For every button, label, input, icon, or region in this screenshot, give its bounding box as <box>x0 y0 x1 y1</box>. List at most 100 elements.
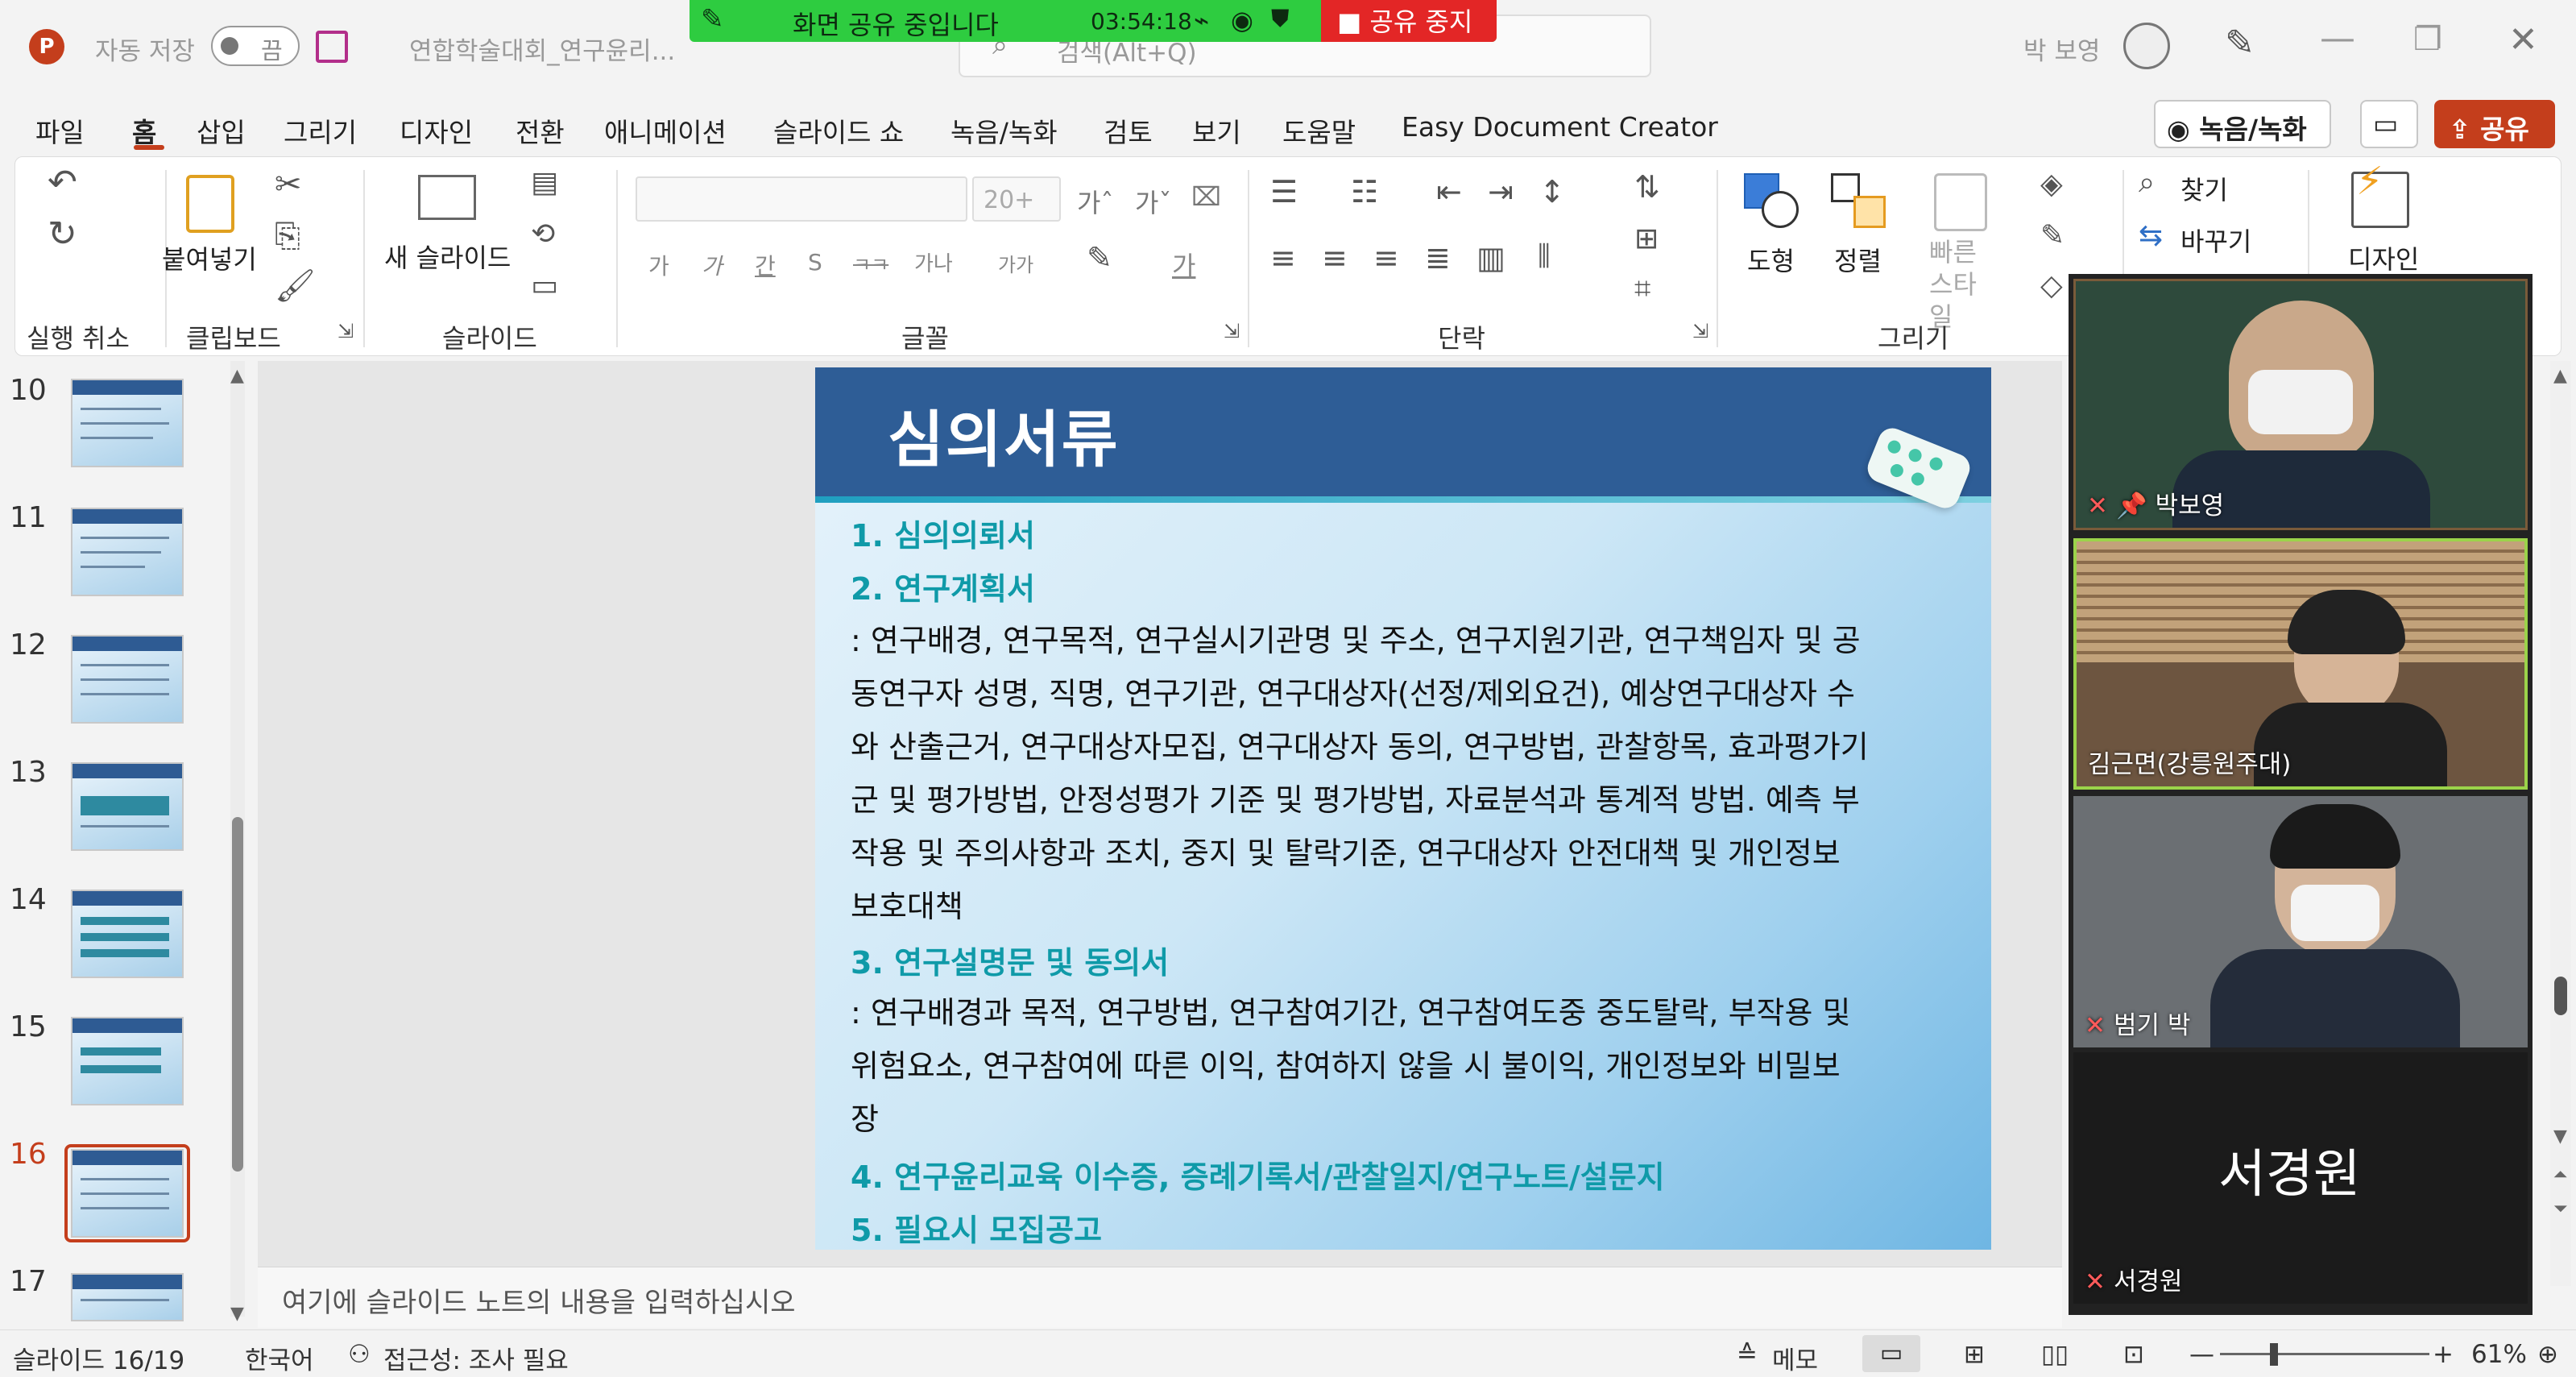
share-button[interactable]: ⇪ 공유 <box>2434 100 2555 148</box>
distributed-icon[interactable]: ▥ <box>1476 243 1505 273</box>
align-center-icon[interactable]: ≡ <box>1322 243 1348 273</box>
close-icon[interactable]: ✕ <box>2508 19 2538 60</box>
share-pin-icon[interactable]: ✎ <box>701 3 724 35</box>
video-tile[interactable]: ✕ 범기 박 <box>2073 796 2528 1047</box>
decrease-indent-icon[interactable]: ⇤ <box>1436 176 1462 207</box>
quick-styles-icon[interactable] <box>1934 173 1987 231</box>
autosave-toggle[interactable]: 끔 <box>211 26 300 66</box>
columns-icon[interactable]: ⫼ <box>1538 243 1551 270</box>
slide-body-line[interactable]: 동연구자 성명, 직명, 연구기관, 연구대상자(선정/제외요건), 예상연구대… <box>851 667 1930 720</box>
shadow-button[interactable]: S <box>808 249 822 276</box>
accessibility-status[interactable]: 접근성: 조사 필요 <box>383 1340 569 1376</box>
next-slide-icon[interactable]: ⏷ <box>2553 1199 2568 1219</box>
numbering-icon[interactable]: ☷ <box>1351 176 1378 207</box>
language-status[interactable]: 한국어 <box>245 1340 314 1376</box>
record-button[interactable]: ◉ 녹음/녹화 <box>2154 100 2331 148</box>
menu-home[interactable]: 홈 <box>132 111 156 150</box>
video-tile-active[interactable]: 김근면(강릉원주대) <box>2073 538 2528 790</box>
text-direction-icon[interactable]: ⇅ <box>1634 172 1660 202</box>
smartart-icon[interactable]: ⌗ <box>1634 275 1650 304</box>
highlight-icon[interactable]: ✎ <box>1087 243 1112 273</box>
font-launcher-icon[interactable]: ⇲ <box>1224 321 1240 341</box>
undo-icon[interactable]: ↶ <box>48 165 77 201</box>
comments-button[interactable]: ▭ <box>2360 100 2418 148</box>
char-spacing-button[interactable]: 가나 <box>914 247 953 277</box>
bold-button[interactable]: 가 <box>648 249 669 281</box>
zoom-slider[interactable] <box>2220 1343 2429 1366</box>
menu-file[interactable]: 파일 <box>35 111 85 150</box>
shape-outline-icon[interactable]: ✎ <box>2040 222 2065 251</box>
align-text-icon[interactable]: ⊞ <box>1634 225 1659 254</box>
menu-insert[interactable]: 삽입 <box>197 111 246 150</box>
menu-review[interactable]: 검토 <box>1104 111 1153 150</box>
layout-icon[interactable]: ▤ <box>531 168 558 197</box>
slide-body-line[interactable]: : 연구배경과 목적, 연구방법, 연구참여기간, 연구참여도중 중도탈락, 부… <box>851 986 1930 1039</box>
shapes-label[interactable]: 도형 <box>1747 241 1795 278</box>
slide-heading-5[interactable]: 5. 필요시 모집공고 <box>851 1205 1102 1250</box>
font-shrink-button[interactable]: 가ˇ <box>1135 183 1171 220</box>
slide-thumbnail-selected[interactable] <box>71 1149 184 1238</box>
mic-off-icon[interactable]: ⌁ <box>1194 5 1209 35</box>
record-icon[interactable]: ◉ <box>1231 5 1253 35</box>
slideshow-icon[interactable]: ⊡ <box>2123 1340 2144 1369</box>
section-icon[interactable]: ▭ <box>531 272 558 301</box>
thumb-scrollbar[interactable]: ▲ ▼ <box>230 361 245 1324</box>
slide-thumbnail[interactable] <box>71 1017 184 1105</box>
editor-scroll-up-icon[interactable]: ▲ <box>2553 366 2567 386</box>
slide-heading-3[interactable]: 3. 연구설명문 및 동의서 <box>851 938 1169 982</box>
paste-label[interactable]: 붙여넣기 <box>162 239 257 276</box>
strikethrough-button[interactable]: ㅋㅋ <box>853 249 888 277</box>
menu-slideshow[interactable]: 슬라이드 쇼 <box>773 111 904 150</box>
notes-pane[interactable]: 여기에 슬라이드 노트의 내용을 입력하십시오 <box>258 1267 2062 1328</box>
slide-body-line[interactable]: : 연구배경, 연구목적, 연구실시기관명 및 주소, 연구지원기관, 연구책임… <box>851 614 1930 667</box>
format-painter-icon[interactable]: 🖌 <box>275 270 316 302</box>
slide-body-line[interactable]: 작용 및 주의사항과 조치, 중지 및 탈락기준, 연구대상자 안전대책 및 개… <box>851 827 1930 880</box>
zoom-in-icon[interactable]: + <box>2433 1340 2454 1369</box>
find-icon[interactable]: ⌕ <box>2139 168 2155 197</box>
slide-body-line[interactable]: 장 <box>851 1093 1930 1146</box>
slide-sorter-icon[interactable]: ⊞ <box>1964 1340 1985 1369</box>
shape-effects-icon[interactable]: ◇ <box>2040 272 2063 301</box>
prev-slide-icon[interactable]: ⏶ <box>2553 1165 2568 1185</box>
reset-icon[interactable]: ⟲ <box>531 220 555 249</box>
paragraph-launcher-icon[interactable]: ⇲ <box>1692 321 1708 341</box>
slide-thumbnail[interactable] <box>71 635 184 724</box>
slide-body-line[interactable]: 와 산출근거, 연구대상자모집, 연구대상자 동의, 연구방법, 관찰항목, 효… <box>851 720 1930 774</box>
line-spacing-icon[interactable]: ↕ <box>1539 176 1565 207</box>
zoom-slider-thumb[interactable] <box>2270 1343 2278 1366</box>
fit-to-window-icon[interactable]: ⊕ <box>2537 1340 2558 1369</box>
slide-thumbnail[interactable] <box>71 1273 184 1321</box>
designer-label[interactable]: 디자인 <box>2348 239 2419 276</box>
thumb-scroll-up-icon[interactable]: ▲ <box>230 366 244 386</box>
slide-body-line[interactable]: 위험요소, 연구참여에 따른 이익, 참여하지 않을 시 불이익, 개인정보와 … <box>851 1039 1930 1093</box>
bullets-icon[interactable]: ☰ <box>1270 176 1298 207</box>
align-left-icon[interactable]: ≡ <box>1270 243 1296 273</box>
editor-scrollbar[interactable]: ▲ ▼ ⏶ ⏷ <box>2550 361 2571 1286</box>
pen-icon[interactable]: ✎ <box>2225 23 2255 64</box>
restore-icon[interactable]: ❐ <box>2413 21 2442 58</box>
arrange-label[interactable]: 정렬 <box>1834 241 1882 278</box>
slide-body-line[interactable]: 보호대책 <box>851 880 1930 933</box>
save-icon[interactable] <box>316 31 348 63</box>
slide-heading-4[interactable]: 4. 연구윤리교육 이수증, 증례기록서/관찰일지/연구노트/설문지 <box>851 1152 1665 1197</box>
replace-label[interactable]: 바꾸기 <box>2180 222 2251 259</box>
menu-design[interactable]: 디자인 <box>400 111 473 150</box>
notes-icon[interactable]: ≙ <box>1737 1340 1758 1369</box>
clipboard-launcher-icon[interactable]: ⇲ <box>338 321 354 341</box>
paste-icon[interactable] <box>186 175 234 233</box>
video-tile[interactable]: ✕ 📌 박보영 <box>2073 279 2528 530</box>
align-right-icon[interactable]: ≡ <box>1373 243 1399 273</box>
arrange-icon[interactable] <box>1831 173 1889 231</box>
change-case-button[interactable]: 가가 <box>998 249 1033 277</box>
font-grow-button[interactable]: 가ˆ <box>1077 183 1113 220</box>
minimize-icon[interactable]: — <box>2320 18 2355 59</box>
increase-indent-icon[interactable]: ⇥ <box>1488 176 1514 207</box>
avatar[interactable] <box>2123 23 2170 69</box>
new-slide-icon[interactable] <box>418 175 476 220</box>
slide-thumbnail[interactable] <box>71 508 184 596</box>
menu-easy-document-creator[interactable]: Easy Document Creator <box>1402 111 1718 143</box>
font-size-select[interactable]: 20+ <box>972 176 1061 222</box>
menu-record[interactable]: 녹음/녹화 <box>950 111 1058 150</box>
shape-fill-icon[interactable]: ◈ <box>2040 170 2063 199</box>
slide-canvas[interactable]: 심의서류 1. 심의의뢰서 2. 연구계획서 : 연구배경, 연구목적, 연구실… <box>815 367 1991 1250</box>
